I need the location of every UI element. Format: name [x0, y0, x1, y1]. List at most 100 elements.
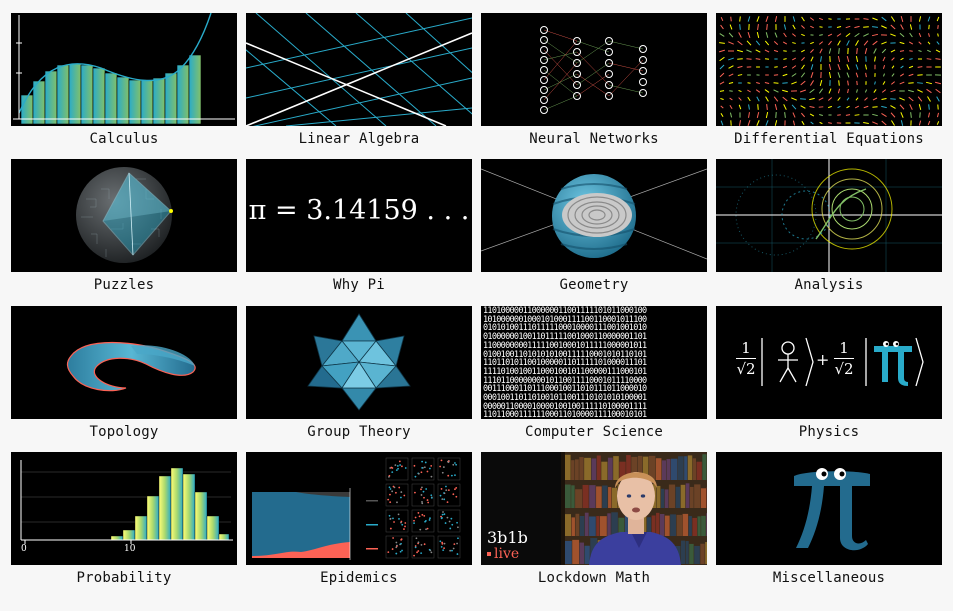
vector-arrow	[774, 32, 778, 38]
agent-dot	[416, 551, 418, 554]
agent-dot	[423, 466, 426, 469]
linear-algebra-thumbnail[interactable]	[246, 13, 472, 126]
vector-arrow	[782, 96, 788, 102]
agent-dot	[413, 464, 416, 467]
vector-arrow	[927, 112, 931, 118]
puzzles-thumbnail[interactable]	[11, 159, 237, 272]
neural-networks-thumbnail[interactable]	[481, 13, 707, 126]
vector-arrow	[756, 120, 760, 126]
book-spine	[706, 513, 707, 536]
miscellaneous-thumbnail[interactable]	[716, 452, 942, 565]
vector-arrow	[764, 82, 770, 84]
vector-arrow	[891, 57, 895, 61]
vector-arrow	[784, 112, 786, 118]
book-spine	[571, 460, 575, 480]
agent-dot	[430, 494, 433, 497]
vector-arrow	[782, 41, 788, 45]
agent-dot	[395, 552, 398, 555]
vector-arrow	[730, 16, 732, 22]
book-spine	[584, 457, 591, 480]
vector-arrow	[791, 104, 797, 110]
vector-arrow	[837, 105, 841, 109]
vector-arrow	[792, 120, 796, 126]
vector-arrow	[748, 112, 750, 118]
agent-dot	[429, 517, 431, 520]
vector-arrow	[881, 113, 887, 117]
vector-arrow	[891, 73, 895, 77]
vector-arrow	[747, 89, 751, 93]
vector-arrow	[917, 66, 923, 68]
vector-arrow	[729, 97, 733, 101]
book-spine	[565, 454, 571, 480]
topology-thumbnail[interactable]	[11, 306, 237, 419]
book-spine	[692, 458, 697, 480]
vector-arrow	[872, 40, 878, 46]
vector-arrow	[755, 49, 761, 53]
book-spine	[575, 513, 580, 536]
vector-arrow	[928, 33, 930, 37]
vector-arrow	[927, 49, 931, 53]
agent-dot	[445, 485, 447, 488]
physics-thumbnail[interactable]: 1 √2 + 1 √2	[716, 306, 942, 419]
book-spine	[666, 458, 671, 480]
agent-dot	[456, 553, 459, 555]
vector-arrow	[855, 40, 859, 46]
calculus-thumbnail[interactable]	[11, 13, 237, 126]
vector-arrow	[773, 49, 779, 53]
vector-arrow	[774, 103, 778, 111]
agent-dot	[417, 472, 420, 475]
agent-dot	[393, 521, 395, 523]
vector-arrow	[747, 96, 751, 102]
agent-dot	[440, 488, 443, 490]
vector-arrow	[936, 112, 940, 118]
agent-dot	[454, 488, 456, 491]
group-theory-thumbnail[interactable]	[246, 306, 472, 419]
computer-science-thumbnail[interactable]: 1101000001100000011001111101011000100 10…	[481, 306, 707, 419]
epidemics-thumbnail[interactable]	[246, 452, 472, 565]
binary-text-block: 1101000001100000011001111101011000100 10…	[483, 306, 647, 419]
why-pi-thumbnail[interactable]: π = 3.14159 . . .	[246, 159, 472, 272]
vector-arrow	[918, 104, 922, 110]
book-spine	[589, 485, 596, 508]
vector-arrow	[819, 34, 823, 36]
topic-label: Geometry	[559, 277, 629, 293]
agent-dot	[413, 554, 415, 557]
vector-arrow	[738, 104, 742, 110]
agent-dot	[404, 525, 406, 528]
vector-arrow	[747, 16, 751, 22]
probability-thumbnail[interactable]: 0 10	[11, 452, 237, 565]
analysis-thumbnail[interactable]	[716, 159, 942, 272]
book-spine	[697, 516, 701, 536]
vector-arrow	[847, 80, 849, 86]
vector-arrow	[773, 89, 779, 93]
vector-arrow	[838, 80, 840, 86]
agent-dot	[401, 549, 403, 552]
vector-arrow	[882, 65, 886, 69]
vector-arrow	[872, 26, 878, 28]
vector-arrow	[917, 96, 923, 102]
vector-arrow	[792, 50, 796, 52]
agent-dot	[423, 514, 426, 517]
vector-arrow	[881, 25, 887, 29]
vector-arrow	[900, 15, 904, 23]
agent-dot	[454, 462, 456, 464]
topic-label: Linear Algebra	[298, 131, 420, 147]
agent-dot	[426, 499, 429, 501]
lockdown-math-thumbnail[interactable]: 3b1b live	[481, 452, 707, 565]
vector-arrow	[773, 41, 779, 45]
agent-dot	[413, 522, 415, 525]
agent-dot	[451, 549, 453, 552]
geometry-thumbnail[interactable]	[481, 159, 707, 272]
vector-arrow	[810, 25, 814, 29]
agent-dot	[400, 538, 403, 541]
book-spine	[571, 517, 575, 536]
vector-arrow	[917, 82, 923, 84]
differential-equations-thumbnail[interactable]	[716, 13, 942, 126]
agent-dot	[430, 496, 433, 499]
live-text: live	[494, 546, 520, 562]
vector-arrow	[937, 25, 939, 29]
vector-arrow	[738, 32, 742, 38]
agent-dot	[454, 474, 456, 477]
book-spine	[675, 486, 681, 508]
vector-arrow	[775, 111, 777, 119]
